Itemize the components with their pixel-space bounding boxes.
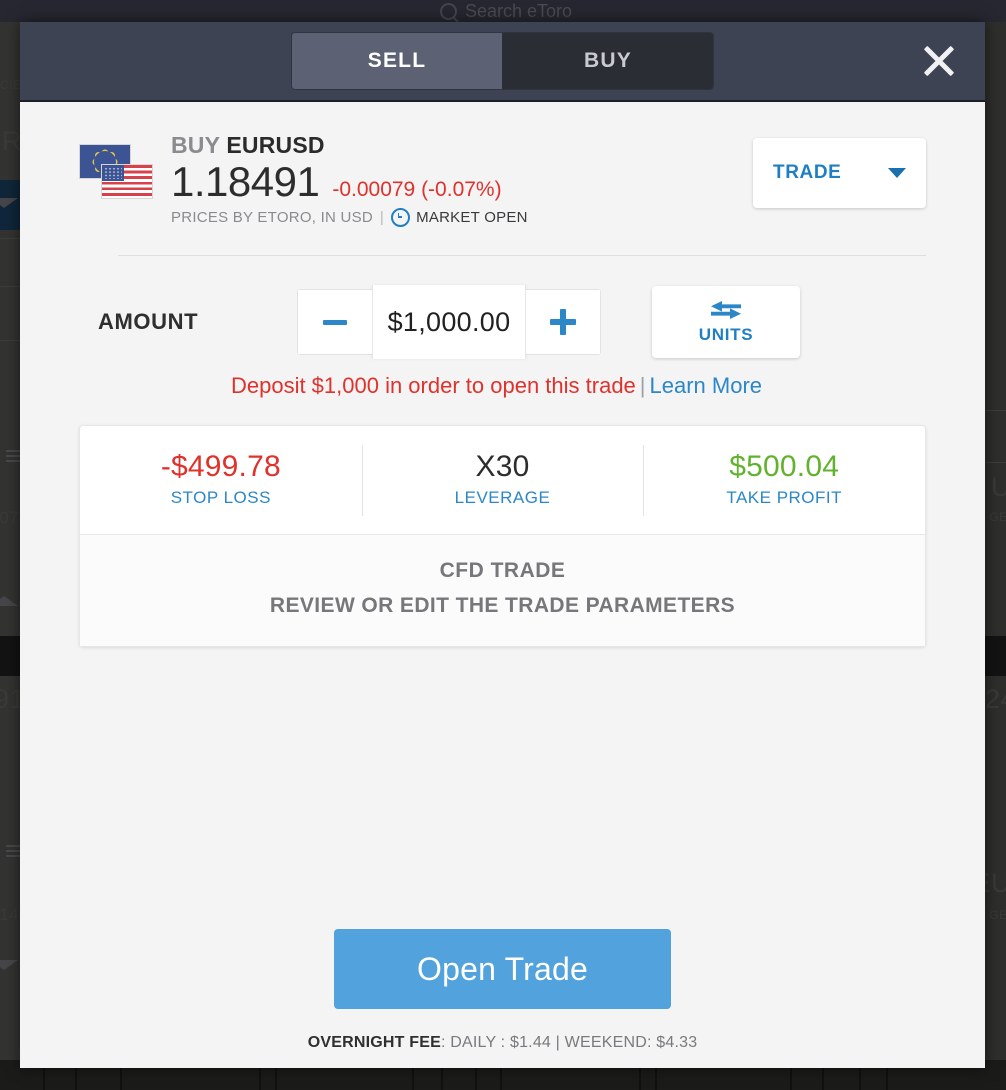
tab-sell[interactable]: SELL [292,33,503,89]
leverage-value: X30 [362,450,644,484]
background-divider [985,462,1006,463]
take-profit-value: $500.04 [643,450,925,484]
background-text-units: U [991,472,1006,503]
overnight-fee-detail: : DAILY : $1.44 | WEEKEND: $4.33 [441,1034,697,1051]
cfd-subtitle: REVIEW OR EDIT THE TRADE PARAMETERS [80,594,925,618]
instrument-title: BUY EURUSD [171,132,753,159]
background-text-leverage: GE ( [989,510,1006,524]
background-text-leverage2: GE ( [989,908,1006,922]
background-divider [0,340,20,341]
amount-increment-button[interactable] [526,290,600,354]
market-status: MARKET OPEN [391,208,528,227]
units-label: UNITS [699,325,754,345]
trade-side-label: BUY [171,132,220,158]
take-profit-label: TAKE PROFIT [643,488,925,508]
background-strip [0,636,20,676]
modal-body: BUY EURUSD 1.18491 -0.00079 (-0.07%) PRI… [20,102,985,1068]
background-caret-down-icon [0,198,18,208]
plus-icon [550,309,576,335]
background-text-currencies: CIE [0,78,22,92]
search-icon [440,3,457,20]
deposit-notice: Deposit $1,000 in order to open this tra… [79,373,926,399]
learn-more-link[interactable]: Learn More [650,373,763,398]
background-top-bar: Search eToro [0,0,1006,22]
amount-label: AMOUNT [79,309,297,335]
background-caret-up-icon [0,596,18,606]
background-right-column [985,22,1006,1060]
background-text-price2: .14 [0,905,19,925]
stop-loss-label: STOP LOSS [80,488,362,508]
cfd-trade-info[interactable]: CFD TRADE REVIEW OR EDIT THE TRADE PARAM… [80,534,925,646]
amount-row: AMOUNT $1,000.00 [79,286,926,358]
section-divider [118,255,926,256]
market-status-label: MARKET OPEN [416,209,528,226]
background-strip [985,636,1006,676]
instrument-price: 1.18491 [171,160,319,204]
clock-icon [391,208,410,227]
background-search-bar[interactable]: Search eToro [440,0,572,22]
background-text-percent: .07 [0,508,19,528]
cfd-title: CFD TRADE [80,559,925,583]
instrument-subline: PRICES BY ETORO, IN USD | MARKET OPEN [171,208,753,227]
overnight-fee-label: OVERNIGHT FEE [308,1034,441,1051]
amount-value: $1,000.00 [388,307,511,338]
eurusd-flag-icon [79,144,153,200]
open-trade-button[interactable]: Open Trade [334,929,671,1009]
deposit-notice-separator: | [640,373,646,398]
subline-separator: | [380,209,384,226]
trade-parameters-card: -$499.78 STOP LOSS X30 LEVERAGE $500.04 … [79,425,926,647]
side-tab-group: SELL BUY [292,33,713,89]
instrument-row: BUY EURUSD 1.18491 -0.00079 (-0.07%) PRI… [79,102,926,227]
us-flag-icon [101,164,153,199]
background-text-price3: 24 [985,684,1006,715]
param-take-profit[interactable]: $500.04 TAKE PROFIT [643,450,925,508]
param-leverage[interactable]: X30 LEVERAGE [362,450,644,508]
tab-buy[interactable]: BUY [503,33,713,89]
trade-modal: SELL BUY BUY EURUSD 1.18491 [20,22,985,1068]
instrument-symbol: EURUSD [226,132,324,158]
prices-by-label: PRICES BY ETORO, IN USD [171,209,373,226]
order-type-label: TRADE [773,162,841,184]
trade-parameters-row: -$499.78 STOP LOSS X30 LEVERAGE $500.04 … [80,426,925,534]
modal-footer: Open Trade OVERNIGHT FEE: DAILY : $1.44 … [79,929,926,1068]
amount-stepper: $1,000.00 [297,289,601,355]
amount-input[interactable]: $1,000.00 [372,285,526,359]
amount-decrement-button[interactable] [298,290,372,354]
param-stop-loss[interactable]: -$499.78 STOP LOSS [80,450,362,508]
minus-icon [323,320,347,325]
stop-loss-value: -$499.78 [80,450,362,484]
price-line: 1.18491 -0.00079 (-0.07%) [171,160,753,204]
instrument-info: BUY EURUSD 1.18491 -0.00079 (-0.07%) PRI… [171,132,753,227]
background-divider [0,238,20,239]
modal-header: SELL BUY [20,22,985,102]
leverage-label: LEVERAGE [362,488,644,508]
close-icon[interactable] [919,41,959,81]
overnight-fee: OVERNIGHT FEE: DAILY : $1.44 | WEEKEND: … [308,1034,698,1052]
order-type-dropdown[interactable]: TRADE [753,138,926,208]
background-caret-down-icon [0,960,18,970]
instrument-change: -0.00079 (-0.07%) [332,178,501,202]
units-toggle-button[interactable]: UNITS [652,286,800,358]
swap-arrows-icon [709,300,743,320]
us-canton [102,165,124,181]
background-text-letter: R [2,126,22,157]
chevron-down-icon [888,168,906,178]
background-divider [0,286,20,287]
background-divider [985,410,1006,411]
deposit-notice-text: Deposit $1,000 in order to open this tra… [231,373,636,398]
search-input-placeholder: Search eToro [465,1,572,22]
